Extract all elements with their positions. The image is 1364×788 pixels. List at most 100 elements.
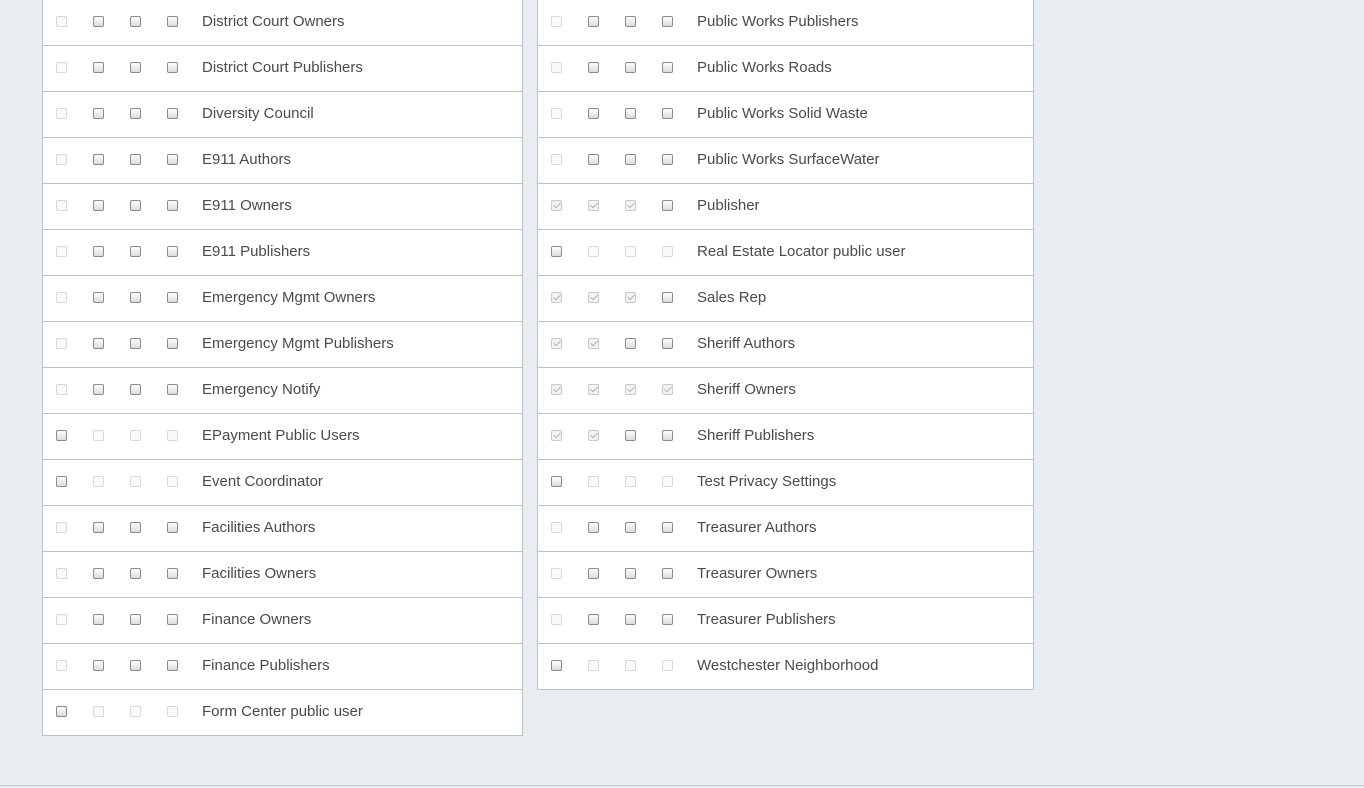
permission-checkbox-3 (130, 476, 141, 487)
permission-checkbox-2 (588, 292, 599, 303)
permission-checkbox-3[interactable] (625, 108, 636, 119)
permission-checkbox-4[interactable] (167, 338, 178, 349)
permission-checkbox-2[interactable] (93, 154, 104, 165)
permission-checkbox-1[interactable] (56, 706, 67, 717)
permission-checkbox-4[interactable] (662, 108, 673, 119)
group-name: Real Estate Locator public user (697, 243, 906, 260)
permission-checkbox-2[interactable] (93, 292, 104, 303)
permission-checkbox-3[interactable] (130, 16, 141, 27)
permission-checkbox-3[interactable] (130, 292, 141, 303)
permission-checkbox-2[interactable] (93, 338, 104, 349)
permission-checkbox-4[interactable] (662, 338, 673, 349)
permission-checkbox-3[interactable] (130, 660, 141, 671)
permission-checkbox-2[interactable] (93, 246, 104, 257)
permission-checkbox-4[interactable] (167, 614, 178, 625)
permission-checkbox-1 (56, 568, 67, 579)
permission-checkbox-4[interactable] (167, 660, 178, 671)
permission-checkbox-4[interactable] (167, 292, 178, 303)
permission-checkbox-2 (93, 476, 104, 487)
permission-checkbox-4[interactable] (167, 16, 178, 27)
permission-row: Public Works Solid Waste (538, 92, 1033, 138)
permission-checkbox-4[interactable] (662, 568, 673, 579)
permission-checkbox-1[interactable] (56, 476, 67, 487)
permission-checkbox-3[interactable] (130, 568, 141, 579)
permission-checkbox-2[interactable] (588, 154, 599, 165)
permission-checkbox-2 (93, 430, 104, 441)
group-name: Facilities Authors (202, 519, 316, 536)
permission-row: Form Center public user (43, 690, 522, 735)
permission-checkbox-1 (551, 62, 562, 73)
permission-checkbox-4 (662, 660, 673, 671)
permission-checkbox-3[interactable] (625, 338, 636, 349)
permission-row: District Court Owners (43, 0, 522, 46)
permission-checkbox-2[interactable] (588, 614, 599, 625)
permission-checkbox-4[interactable] (167, 108, 178, 119)
permission-row: Westchester Neighborhood (538, 644, 1033, 689)
permission-row: Diversity Council (43, 92, 522, 138)
permission-checkbox-4[interactable] (167, 154, 178, 165)
permission-checkbox-3[interactable] (130, 200, 141, 211)
permission-checkbox-2[interactable] (93, 62, 104, 73)
permission-checkbox-1 (551, 614, 562, 625)
permission-checkbox-4[interactable] (167, 384, 178, 395)
permission-checkbox-3[interactable] (625, 154, 636, 165)
permission-checkbox-2[interactable] (93, 660, 104, 671)
group-name: Facilities Owners (202, 565, 317, 582)
permission-checkbox-3[interactable] (625, 568, 636, 579)
permission-checkbox-3[interactable] (130, 614, 141, 625)
permission-checkbox-2[interactable] (93, 200, 104, 211)
permission-checkbox-4[interactable] (662, 62, 673, 73)
permission-checkbox-1[interactable] (56, 430, 67, 441)
permission-checkbox-3[interactable] (130, 62, 141, 73)
permission-checkbox-3[interactable] (130, 522, 141, 533)
permission-checkbox-3[interactable] (130, 384, 141, 395)
permission-checkbox-3 (130, 430, 141, 441)
permission-checkbox-4[interactable] (662, 16, 673, 27)
permission-checkbox-3[interactable] (625, 62, 636, 73)
permission-checkbox-2 (93, 706, 104, 717)
permission-checkbox-4[interactable] (662, 614, 673, 625)
permission-checkbox-3[interactable] (130, 154, 141, 165)
permission-checkbox-2 (588, 660, 599, 671)
group-name: E911 Owners (202, 197, 292, 214)
group-name: Sheriff Authors (697, 335, 796, 352)
permission-checkbox-3 (625, 292, 636, 303)
permission-row: Public Works Publishers (538, 0, 1033, 46)
permission-checkbox-2[interactable] (588, 16, 599, 27)
permission-checkbox-3[interactable] (625, 430, 636, 441)
permission-checkbox-4[interactable] (662, 200, 673, 211)
permission-checkbox-1[interactable] (551, 246, 562, 257)
permission-checkbox-2[interactable] (93, 108, 104, 119)
permission-checkbox-3 (130, 706, 141, 717)
permission-row: E911 Authors (43, 138, 522, 184)
permission-checkbox-2[interactable] (93, 16, 104, 27)
permission-checkbox-2[interactable] (93, 568, 104, 579)
permission-checkbox-1 (56, 660, 67, 671)
permission-checkbox-4[interactable] (662, 430, 673, 441)
permission-checkbox-3[interactable] (625, 522, 636, 533)
permission-checkbox-4[interactable] (167, 522, 178, 533)
permission-checkbox-4[interactable] (167, 246, 178, 257)
permission-checkbox-2[interactable] (588, 568, 599, 579)
permission-checkbox-2[interactable] (588, 62, 599, 73)
permission-checkbox-2[interactable] (588, 108, 599, 119)
permission-checkbox-1[interactable] (551, 660, 562, 671)
permission-checkbox-3[interactable] (625, 614, 636, 625)
permission-checkbox-3[interactable] (130, 338, 141, 349)
permission-checkbox-4[interactable] (167, 200, 178, 211)
permission-checkbox-4[interactable] (167, 62, 178, 73)
permission-checkbox-4[interactable] (167, 568, 178, 579)
permission-checkbox-2[interactable] (93, 384, 104, 395)
permission-checkbox-4[interactable] (662, 154, 673, 165)
permission-checkbox-2[interactable] (93, 522, 104, 533)
permission-checkbox-3[interactable] (625, 16, 636, 27)
permission-checkbox-4[interactable] (662, 522, 673, 533)
permission-checkbox-2[interactable] (93, 614, 104, 625)
permission-checkbox-2[interactable] (588, 522, 599, 533)
permission-checkbox-4[interactable] (662, 292, 673, 303)
group-name: District Court Publishers (202, 59, 363, 76)
permission-checkbox-3[interactable] (130, 246, 141, 257)
permission-checkbox-3[interactable] (130, 108, 141, 119)
permission-row: Public Works Roads (538, 46, 1033, 92)
permission-checkbox-1[interactable] (551, 476, 562, 487)
